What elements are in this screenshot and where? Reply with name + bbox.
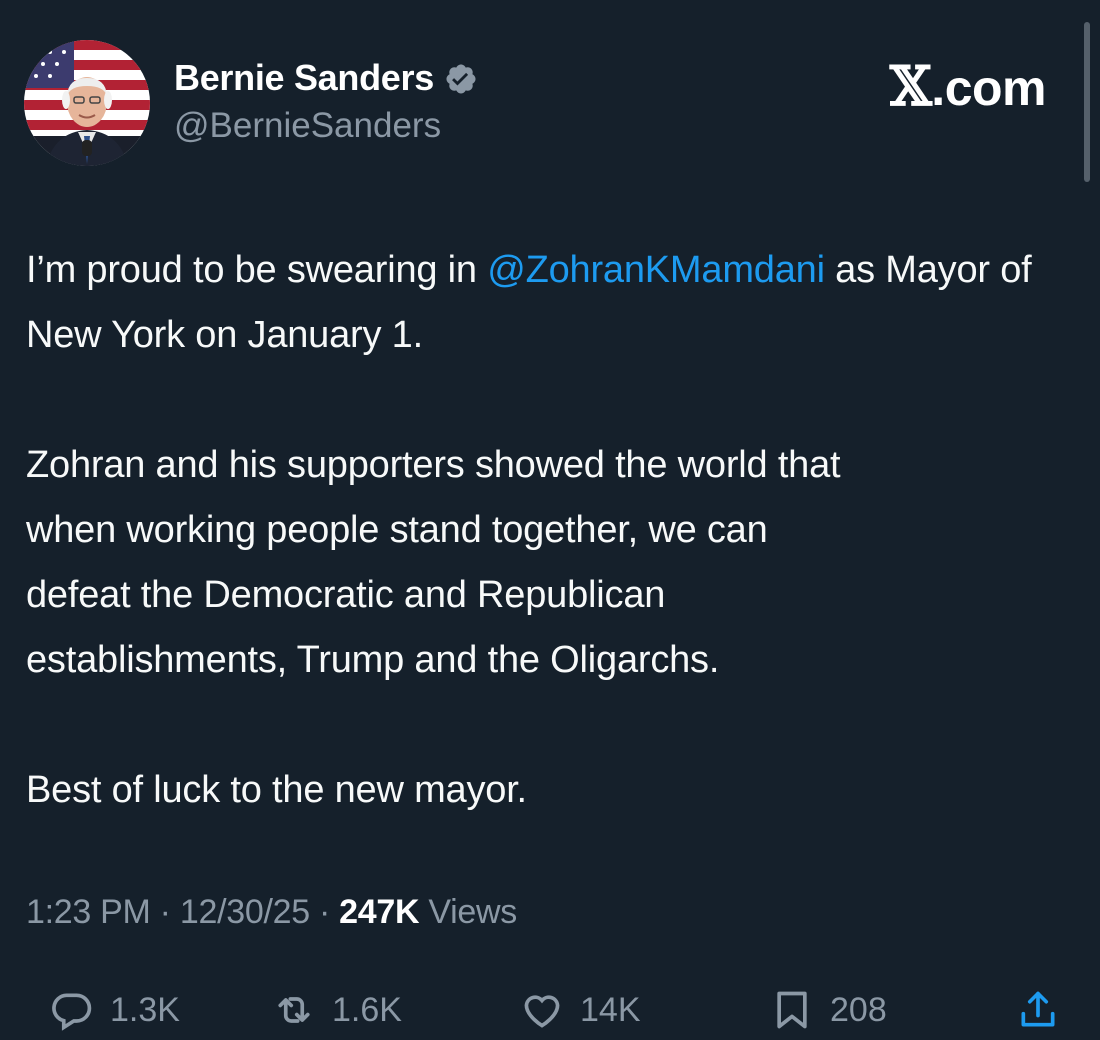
post-paragraph-1: I’m proud to be swearing in @ZohranKMamd… [26,249,1032,356]
author-name-row[interactable]: Bernie Sanders [174,57,478,99]
like-count: 14K [580,990,641,1029]
post-meta: 1:23 PM · 12/30/25 · 247K Views [26,893,517,932]
share-icon [1021,991,1055,1027]
author-handle[interactable]: @BernieSanders [174,106,441,146]
post-paragraph-2: Zohran and his supporters showed the wor… [26,444,841,681]
reply-button[interactable]: 1.3K [50,984,180,1036]
reply-icon [52,993,92,1031]
post-date[interactable]: 12/30/25 [180,893,310,931]
bookmark-icon [777,991,807,1029]
repost-icon [278,997,310,1023]
x-logo-suffix: .com [931,60,1046,116]
reply-count: 1.3K [110,990,180,1029]
x-logo: 𝕏 .com [889,54,1047,118]
mention-link[interactable]: @ZohranKMamdani [487,249,825,291]
heart-icon [524,995,560,1028]
views-label: Views [419,893,517,931]
post-paragraph-3: Best of luck to the new mayor. [26,769,527,811]
x-logo-icon: 𝕏 [889,54,932,118]
views-count: 247K [339,893,420,931]
bookmark-button[interactable]: 208 [770,984,887,1036]
post-text: I’m proud to be swearing in @ZohranKMamd… [26,238,1086,823]
like-button[interactable]: 14K [520,984,641,1036]
repost-button[interactable]: 1.6K [272,984,402,1036]
author-display-name[interactable]: Bernie Sanders [174,57,434,99]
meta-separator: · [309,893,340,931]
meta-separator: · [150,893,180,931]
bookmark-count: 208 [830,990,887,1029]
avatar-photo [24,40,150,166]
verified-badge-icon [444,62,478,96]
post-time[interactable]: 1:23 PM [26,893,151,931]
avatar[interactable] [24,40,150,166]
post-view: Bernie Sanders @BernieSanders 𝕏 .com I’m … [0,0,1100,1040]
action-bar: 1.3K 1.6K 14K 208 [0,984,1100,1036]
scrollbar[interactable] [1084,22,1090,182]
share-button[interactable] [1016,984,1060,1036]
repost-count: 1.6K [332,990,402,1029]
